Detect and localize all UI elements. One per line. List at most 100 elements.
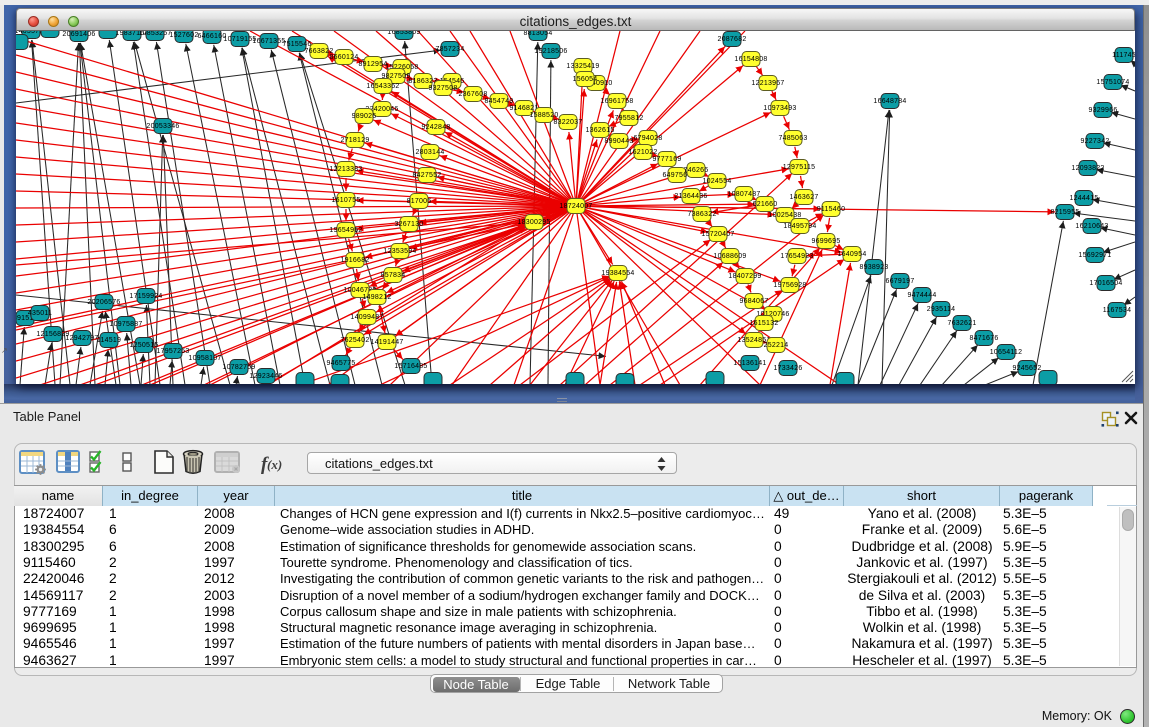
svg-text:9777169: 9777169 [652,156,681,163]
svg-text:7857234: 7857234 [435,46,464,53]
svg-text:9474444: 9474444 [907,292,936,299]
svg-text:2935114: 2935114 [927,306,955,313]
svg-text:20053346: 20053346 [146,123,179,130]
svg-text:16543362: 16543362 [366,83,399,90]
svg-text:15692971: 15692971 [1078,252,1111,259]
svg-text:16961758: 16961758 [600,98,633,105]
svg-text:1244415: 1244415 [1069,195,1098,202]
svg-text:9115460: 9115460 [817,206,845,213]
svg-text:1250515: 1250515 [129,342,158,349]
svg-text:1362615: 1362615 [585,127,614,134]
svg-text:16671355: 16671355 [252,38,285,45]
svg-text:9465775: 9465775 [326,360,355,367]
svg-text:12093822: 12093822 [1071,165,1104,172]
svg-text:252214: 252214 [764,342,789,349]
svg-text:20206576: 20206576 [87,299,120,306]
svg-text:156054: 156054 [573,76,598,83]
svg-text:2087682: 2087682 [717,36,746,43]
svg-text:746266: 746266 [684,167,709,174]
svg-text:1527602: 1527602 [169,32,198,39]
svg-text:12942797: 12942797 [65,335,98,342]
svg-text:435011: 435011 [28,310,52,317]
svg-text:17654923: 17654923 [780,253,813,260]
svg-text:10853257: 10853257 [138,31,171,37]
svg-text:12975115: 12975115 [783,164,816,171]
svg-text:1024554: 1024554 [702,178,731,185]
svg-text:20691406: 20691406 [62,31,95,38]
svg-text:15136141: 15136141 [733,360,766,367]
svg-text:10973493: 10973493 [763,105,796,112]
svg-text:17159924: 17159924 [129,293,162,300]
svg-text:8427552: 8427552 [412,172,441,179]
svg-text:12353594: 12353594 [383,248,416,255]
svg-text:2718129: 2718129 [340,137,369,144]
svg-text:2367608: 2367608 [458,91,487,98]
svg-text:2803144: 2803144 [415,149,444,156]
svg-text:15751074: 15751074 [1096,79,1129,86]
svg-text:15716485: 15716485 [394,363,427,370]
svg-text:18407299: 18407299 [728,273,761,280]
svg-text:8912954: 8912954 [358,61,387,68]
svg-text:8990443: 8990443 [604,138,633,145]
svg-text:17016504: 17016504 [1089,280,1122,287]
svg-text:6466160: 6466160 [197,33,226,40]
svg-text:16853809: 16853809 [387,31,420,36]
svg-text:10975887: 10975887 [109,321,142,328]
svg-text:10688609: 10688609 [713,253,746,260]
svg-text:10807487: 10807487 [727,191,760,198]
svg-text:19654952: 19654952 [329,227,362,234]
svg-text:7386322: 7386322 [687,211,716,218]
svg-text:3267130: 3267130 [394,221,423,228]
svg-text:1733426: 1733426 [773,365,802,372]
svg-text:19756928: 19756928 [773,282,806,289]
svg-text:1610755: 1610755 [331,197,360,204]
svg-text:8938923: 8938923 [859,264,888,271]
svg-text:9245652: 9245652 [1012,365,1041,372]
svg-text:18495794: 18495794 [783,223,816,230]
svg-text:10782759: 10782759 [222,364,255,371]
svg-text:6679197: 6679197 [885,278,914,285]
svg-text:8186323: 8186323 [408,78,437,85]
svg-text:7632621: 7632621 [947,320,976,327]
svg-text:1916682: 1916682 [340,257,369,264]
svg-text:9227342: 9227342 [1080,138,1109,145]
svg-text:7625402: 7625402 [340,337,369,344]
svg-text:9327508: 9327508 [428,85,457,92]
svg-text:857834: 857834 [381,272,406,279]
svg-text:14099487: 14099487 [350,314,383,321]
svg-text:817006: 817006 [407,198,432,205]
svg-text:8813054: 8813054 [523,31,552,37]
svg-text:9684067: 9684067 [739,298,768,305]
svg-text:9329966: 9329966 [1088,107,1117,114]
svg-text:14191447: 14191447 [370,339,403,346]
svg-text:12213967: 12213967 [751,80,784,87]
svg-text:12923446: 12923446 [249,373,282,380]
svg-text:18300295: 18300295 [517,219,550,226]
svg-text:1463627: 1463627 [789,194,818,201]
svg-text:7485063: 7485063 [778,135,807,142]
svg-text:19384554: 19384554 [601,270,634,277]
svg-text:12213383: 12213383 [329,166,362,173]
svg-text:1498212: 1498212 [362,294,391,301]
svg-text:8322037: 8322037 [553,119,582,126]
svg-text:1640954: 1640954 [837,251,866,258]
svg-text:1621022: 1621022 [628,149,657,156]
svg-text:8454749: 8454749 [484,98,513,105]
svg-text:21364436: 21364436 [674,193,707,200]
svg-text:16154808: 16154808 [734,56,767,63]
svg-text:111745: 111745 [1112,52,1135,59]
svg-text:15720407: 15720407 [701,231,734,238]
svg-text:621660: 621660 [753,201,778,208]
svg-text:10958107: 10958107 [188,355,221,362]
svg-text:16648784: 16648784 [873,98,906,105]
svg-text:1615132: 1615132 [749,320,778,327]
svg-text:7515546: 7515546 [282,41,311,48]
svg-text:17957253: 17957253 [156,348,189,355]
svg-text:8471676: 8471676 [969,335,998,342]
svg-text:(x): (x) [267,457,282,472]
svg-text:1167534: 1167534 [1103,307,1131,314]
svg-text:8215955: 8215955 [1050,209,1079,216]
svg-text:9242848: 9242848 [421,124,450,131]
svg-text:1588520: 1588520 [529,112,558,119]
svg-text:19218506: 19218506 [534,48,567,55]
